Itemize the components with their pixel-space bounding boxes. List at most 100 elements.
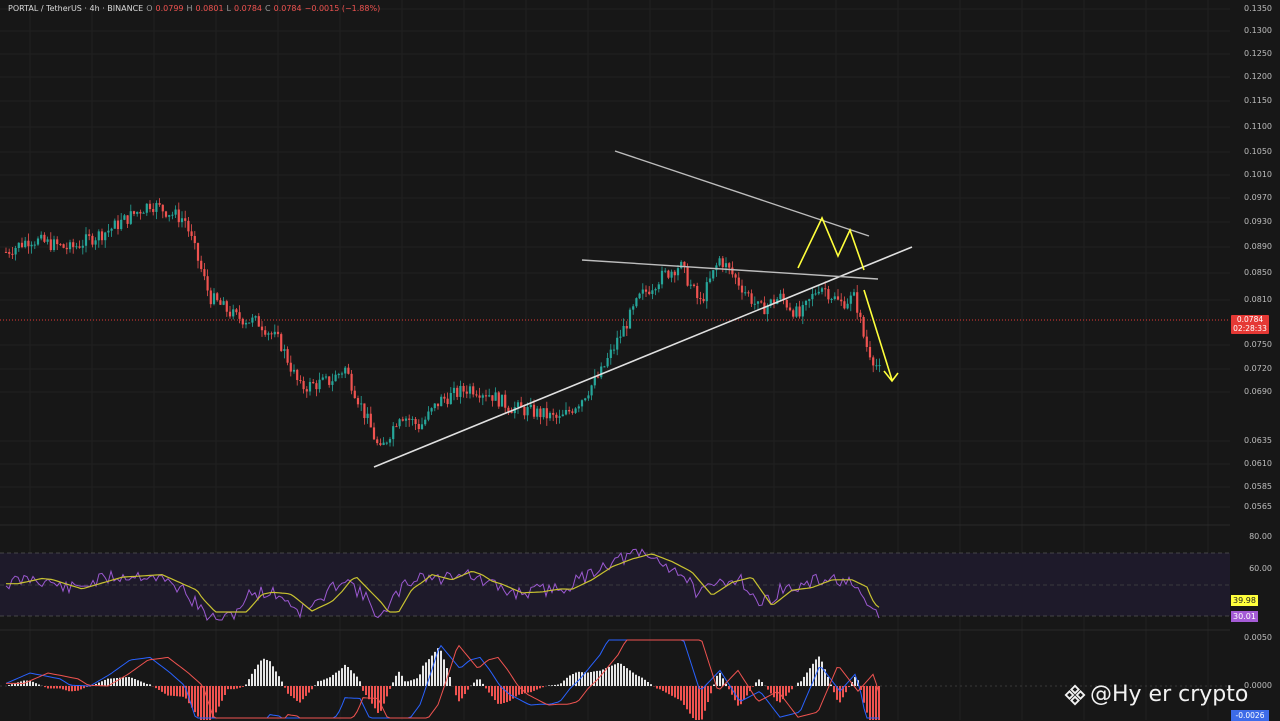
candle-up	[168, 215, 170, 217]
macd-histogram-bar	[77, 686, 79, 691]
macd-histogram-bar	[341, 668, 343, 686]
candle-down	[271, 333, 273, 334]
macd-histogram-bar	[47, 686, 49, 688]
price-tick-4: 0.1150	[1244, 96, 1272, 106]
candle-up	[383, 443, 385, 445]
macd-histogram-bar	[839, 686, 841, 702]
macd-histogram-bar	[287, 686, 289, 694]
candle-down	[869, 347, 871, 357]
macd-histogram-bar	[800, 681, 802, 686]
macd-histogram-bar	[701, 686, 703, 719]
macd-histogram-bar	[788, 686, 790, 693]
candle-up	[130, 211, 132, 224]
macd-histogram-bar	[440, 651, 442, 686]
candle-up	[677, 268, 679, 275]
candle-down	[59, 244, 61, 245]
candle-down	[735, 274, 737, 277]
candle-down	[363, 403, 365, 418]
macd-histogram-bar	[281, 682, 283, 686]
macd-histogram-bar	[773, 686, 775, 697]
candle-down	[443, 397, 445, 399]
macd-histogram-bar	[392, 682, 394, 686]
candle-down	[498, 392, 500, 406]
candle-up	[584, 398, 586, 400]
candle-up	[671, 272, 673, 278]
candle-up	[600, 367, 602, 378]
candle-up	[642, 290, 644, 294]
macd-histogram-bar	[209, 686, 211, 720]
candle-down	[840, 300, 842, 302]
macd-histogram-bar	[128, 677, 130, 686]
macd-histogram-bar	[353, 673, 355, 686]
macd-histogram-bar	[464, 686, 466, 694]
macd-histogram-bar	[665, 686, 667, 693]
candle-down	[216, 293, 218, 300]
macd-histogram-bar	[710, 686, 712, 693]
macd-histogram-bar	[314, 685, 316, 686]
candle-down	[203, 269, 205, 276]
candle-down	[491, 395, 493, 401]
candle-down	[463, 386, 465, 392]
candle-down	[72, 242, 74, 247]
macd-histogram-bar	[539, 686, 541, 688]
candle-down	[351, 374, 353, 391]
candle-up	[245, 323, 247, 325]
macd-histogram-bar	[356, 677, 358, 686]
candle-up	[82, 246, 84, 248]
candle-down	[79, 246, 81, 247]
candle-up	[715, 265, 717, 270]
candle-up	[680, 262, 682, 268]
macd-histogram-bar	[491, 686, 493, 696]
macd-histogram-bar	[224, 686, 226, 695]
candle-up	[171, 215, 173, 216]
high-key: H	[187, 4, 193, 13]
price-chart-canvas[interactable]	[0, 0, 1230, 720]
candle-down	[751, 293, 753, 304]
chart-workspace[interactable]: PORTAL / TetherUS · 4h · BINANCE O0.0799…	[0, 0, 1280, 720]
macd-histogram-bar	[257, 665, 259, 686]
symbol-title[interactable]: PORTAL / TetherUS · 4h · BINANCE	[8, 4, 143, 13]
macd-histogram-bar	[422, 666, 424, 686]
candle-up	[527, 407, 529, 415]
macd-histogram-bar	[803, 677, 805, 686]
change-value: −0.0015 (−1.88%)	[305, 4, 381, 13]
macd-histogram-bar	[206, 686, 208, 720]
macd-histogram-bar	[692, 686, 694, 718]
candle-down	[645, 290, 647, 292]
macd-histogram-bar	[767, 686, 769, 690]
candle-up	[338, 374, 340, 375]
candle-up	[744, 292, 746, 293]
macd-histogram-bar	[713, 685, 715, 686]
candle-down	[555, 415, 557, 418]
candle-down	[287, 349, 289, 363]
macd-histogram-bar	[695, 686, 697, 720]
price-tick-16: 0.0635	[1244, 436, 1272, 446]
candle-up	[392, 426, 394, 439]
candle-down	[722, 258, 724, 267]
macd-histogram-bar	[620, 664, 622, 686]
macd-value-badge: -0.0026	[1231, 710, 1269, 721]
macd-histogram-bar	[137, 680, 139, 686]
candle-down	[418, 424, 420, 429]
macd-histogram-bar	[215, 686, 217, 712]
candle-down	[546, 408, 548, 418]
macd-histogram-bar	[533, 686, 535, 691]
candle-up	[459, 386, 461, 397]
macd-histogram-bar	[290, 686, 292, 696]
candle-up	[386, 443, 388, 444]
macd-histogram-bar	[176, 686, 178, 696]
candle-countdown: 02:28:33	[1231, 324, 1269, 333]
macd-histogram-bar	[827, 677, 829, 686]
macd-histogram-bar	[254, 669, 256, 686]
macd-histogram-bar	[365, 686, 367, 695]
macd-histogram-bar	[677, 686, 679, 699]
macd-histogram-bar	[419, 674, 421, 686]
macd-histogram-bar	[830, 685, 832, 686]
candle-up	[879, 365, 881, 366]
candle-down	[507, 408, 509, 412]
macd-histogram-bar	[821, 662, 823, 686]
candle-down	[626, 326, 628, 328]
macd-histogram-bar	[269, 661, 271, 686]
candle-up	[114, 221, 116, 229]
neckline	[582, 260, 878, 279]
